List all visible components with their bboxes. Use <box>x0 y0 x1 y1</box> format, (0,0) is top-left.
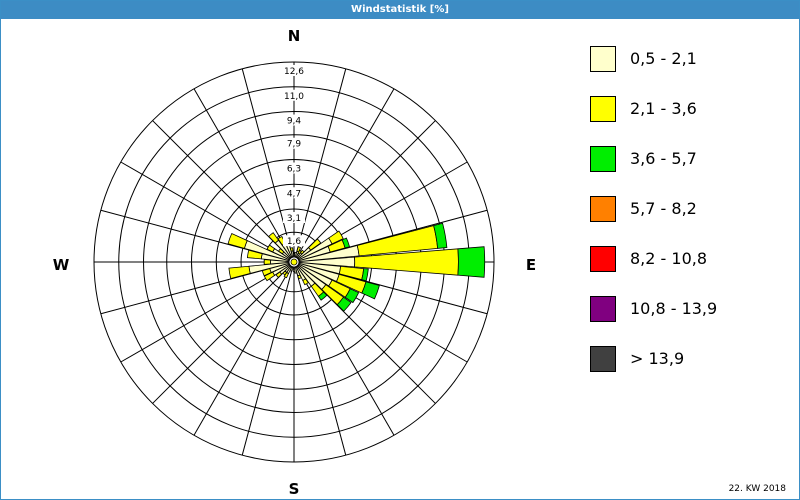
footnote-week: 22. KW 2018 <box>728 484 786 494</box>
legend-swatch <box>590 246 616 272</box>
sector-segment <box>227 232 248 249</box>
grid-spoke <box>152 265 291 404</box>
center-marker <box>290 258 298 266</box>
legend-label: 0,5 - 2,1 <box>630 49 697 68</box>
compass-label-e: E <box>526 256 536 274</box>
ring-label: 9,4 <box>287 117 302 127</box>
ring-label: 3,1 <box>287 214 301 224</box>
legend-label: 10,8 - 13,9 <box>630 299 718 318</box>
ring-label: 4,7 <box>287 189 301 199</box>
legend-swatch <box>590 346 616 372</box>
ring-label: 12,6 <box>284 67 304 77</box>
sector-segment <box>457 246 486 278</box>
compass-label-s: S <box>289 480 300 498</box>
legend-swatch <box>590 196 616 222</box>
ring-label: 11,0 <box>284 92 304 102</box>
sector-segment <box>268 232 280 244</box>
sector-segment <box>289 247 294 252</box>
legend-swatch <box>590 146 616 172</box>
sector-segment <box>263 259 271 265</box>
grid-spoke <box>241 266 294 456</box>
legend-swatch <box>590 96 616 122</box>
legend-label: > 13,9 <box>630 349 685 368</box>
legend-label: 5,7 - 8,2 <box>630 199 697 218</box>
ring-label: 6,3 <box>287 165 301 175</box>
ring-label: 7,9 <box>287 140 302 150</box>
legend-swatch <box>590 46 616 72</box>
ring-label: 1,6 <box>287 237 302 247</box>
legend-label: 3,6 - 5,7 <box>630 149 697 168</box>
compass-label-w: W <box>53 256 70 274</box>
legend-label: 2,1 - 3,6 <box>630 99 697 118</box>
legend-label: 8,2 - 10,8 <box>630 249 708 268</box>
legend-swatch <box>590 296 616 322</box>
compass-label-n: N <box>288 27 301 45</box>
